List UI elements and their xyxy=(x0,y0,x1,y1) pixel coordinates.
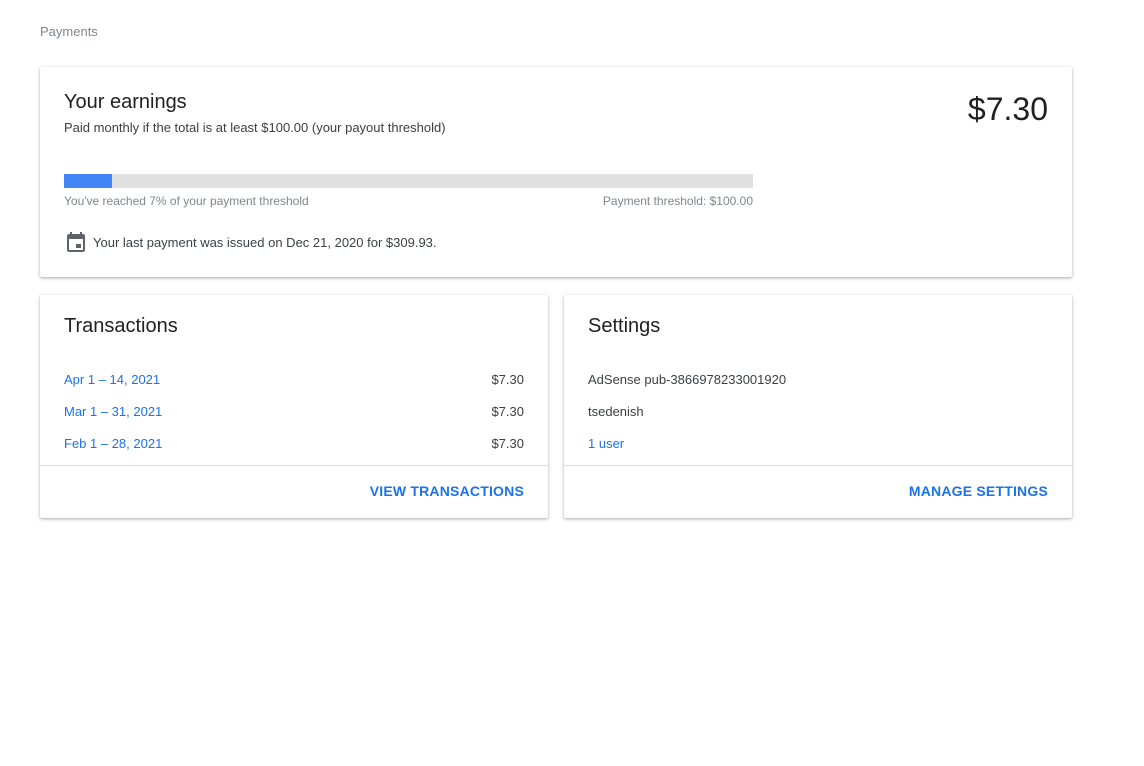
calendar-icon xyxy=(64,230,88,254)
settings-list: AdSense pub-3866978233001920 tsedenish 1… xyxy=(588,363,1048,459)
transaction-period-link[interactable]: Apr 1 – 14, 2021 xyxy=(64,372,160,387)
transactions-title: Transactions xyxy=(64,315,178,337)
earnings-subtitle: Paid monthly if the total is at least $1… xyxy=(64,120,446,135)
settings-row: tsedenish xyxy=(588,395,1048,427)
settings-row: 1 user xyxy=(588,427,1048,459)
threshold-progress-fill xyxy=(64,174,113,188)
last-payment-info: Your last payment was issued on Dec 21, … xyxy=(64,230,437,254)
users-link[interactable]: 1 user xyxy=(588,436,624,451)
transactions-card: Transactions Apr 1 – 14, 2021 $7.30 Mar … xyxy=(40,295,548,518)
transaction-period-link[interactable]: Mar 1 – 31, 2021 xyxy=(64,404,162,419)
transaction-row: Feb 1 – 28, 2021 $7.30 xyxy=(64,427,524,459)
payments-page: Payments Your earnings Paid monthly if t… xyxy=(0,0,1144,766)
transaction-row: Mar 1 – 31, 2021 $7.30 xyxy=(64,395,524,427)
transaction-amount: $7.30 xyxy=(491,371,524,387)
transaction-amount: $7.30 xyxy=(491,435,524,451)
earnings-amount: $7.30 xyxy=(967,91,1048,127)
settings-row: AdSense pub-3866978233001920 xyxy=(588,363,1048,395)
transaction-row: Apr 1 – 14, 2021 $7.30 xyxy=(64,363,524,395)
earnings-card: Your earnings Paid monthly if the total … xyxy=(40,67,1072,277)
card-divider xyxy=(40,465,548,466)
publisher-id: AdSense pub-3866978233001920 xyxy=(588,371,787,387)
card-divider xyxy=(564,465,1072,466)
breadcrumb: Payments xyxy=(40,24,98,39)
account-name: tsedenish xyxy=(588,403,644,419)
view-transactions-button[interactable]: VIEW TRANSACTIONS xyxy=(370,483,524,499)
earnings-title: Your earnings xyxy=(64,91,187,113)
settings-card: Settings AdSense pub-3866978233001920 ts… xyxy=(564,295,1072,518)
payment-threshold-label: Payment threshold: $100.00 xyxy=(602,194,753,208)
manage-settings-button[interactable]: MANAGE SETTINGS xyxy=(909,483,1048,499)
transactions-list: Apr 1 – 14, 2021 $7.30 Mar 1 – 31, 2021 … xyxy=(64,363,524,459)
transaction-amount: $7.30 xyxy=(491,403,524,419)
settings-title: Settings xyxy=(588,315,661,337)
threshold-progress-bar xyxy=(64,174,753,188)
last-payment-text: Your last payment was issued on Dec 21, … xyxy=(93,234,437,250)
transaction-period-link[interactable]: Feb 1 – 28, 2021 xyxy=(64,436,162,451)
